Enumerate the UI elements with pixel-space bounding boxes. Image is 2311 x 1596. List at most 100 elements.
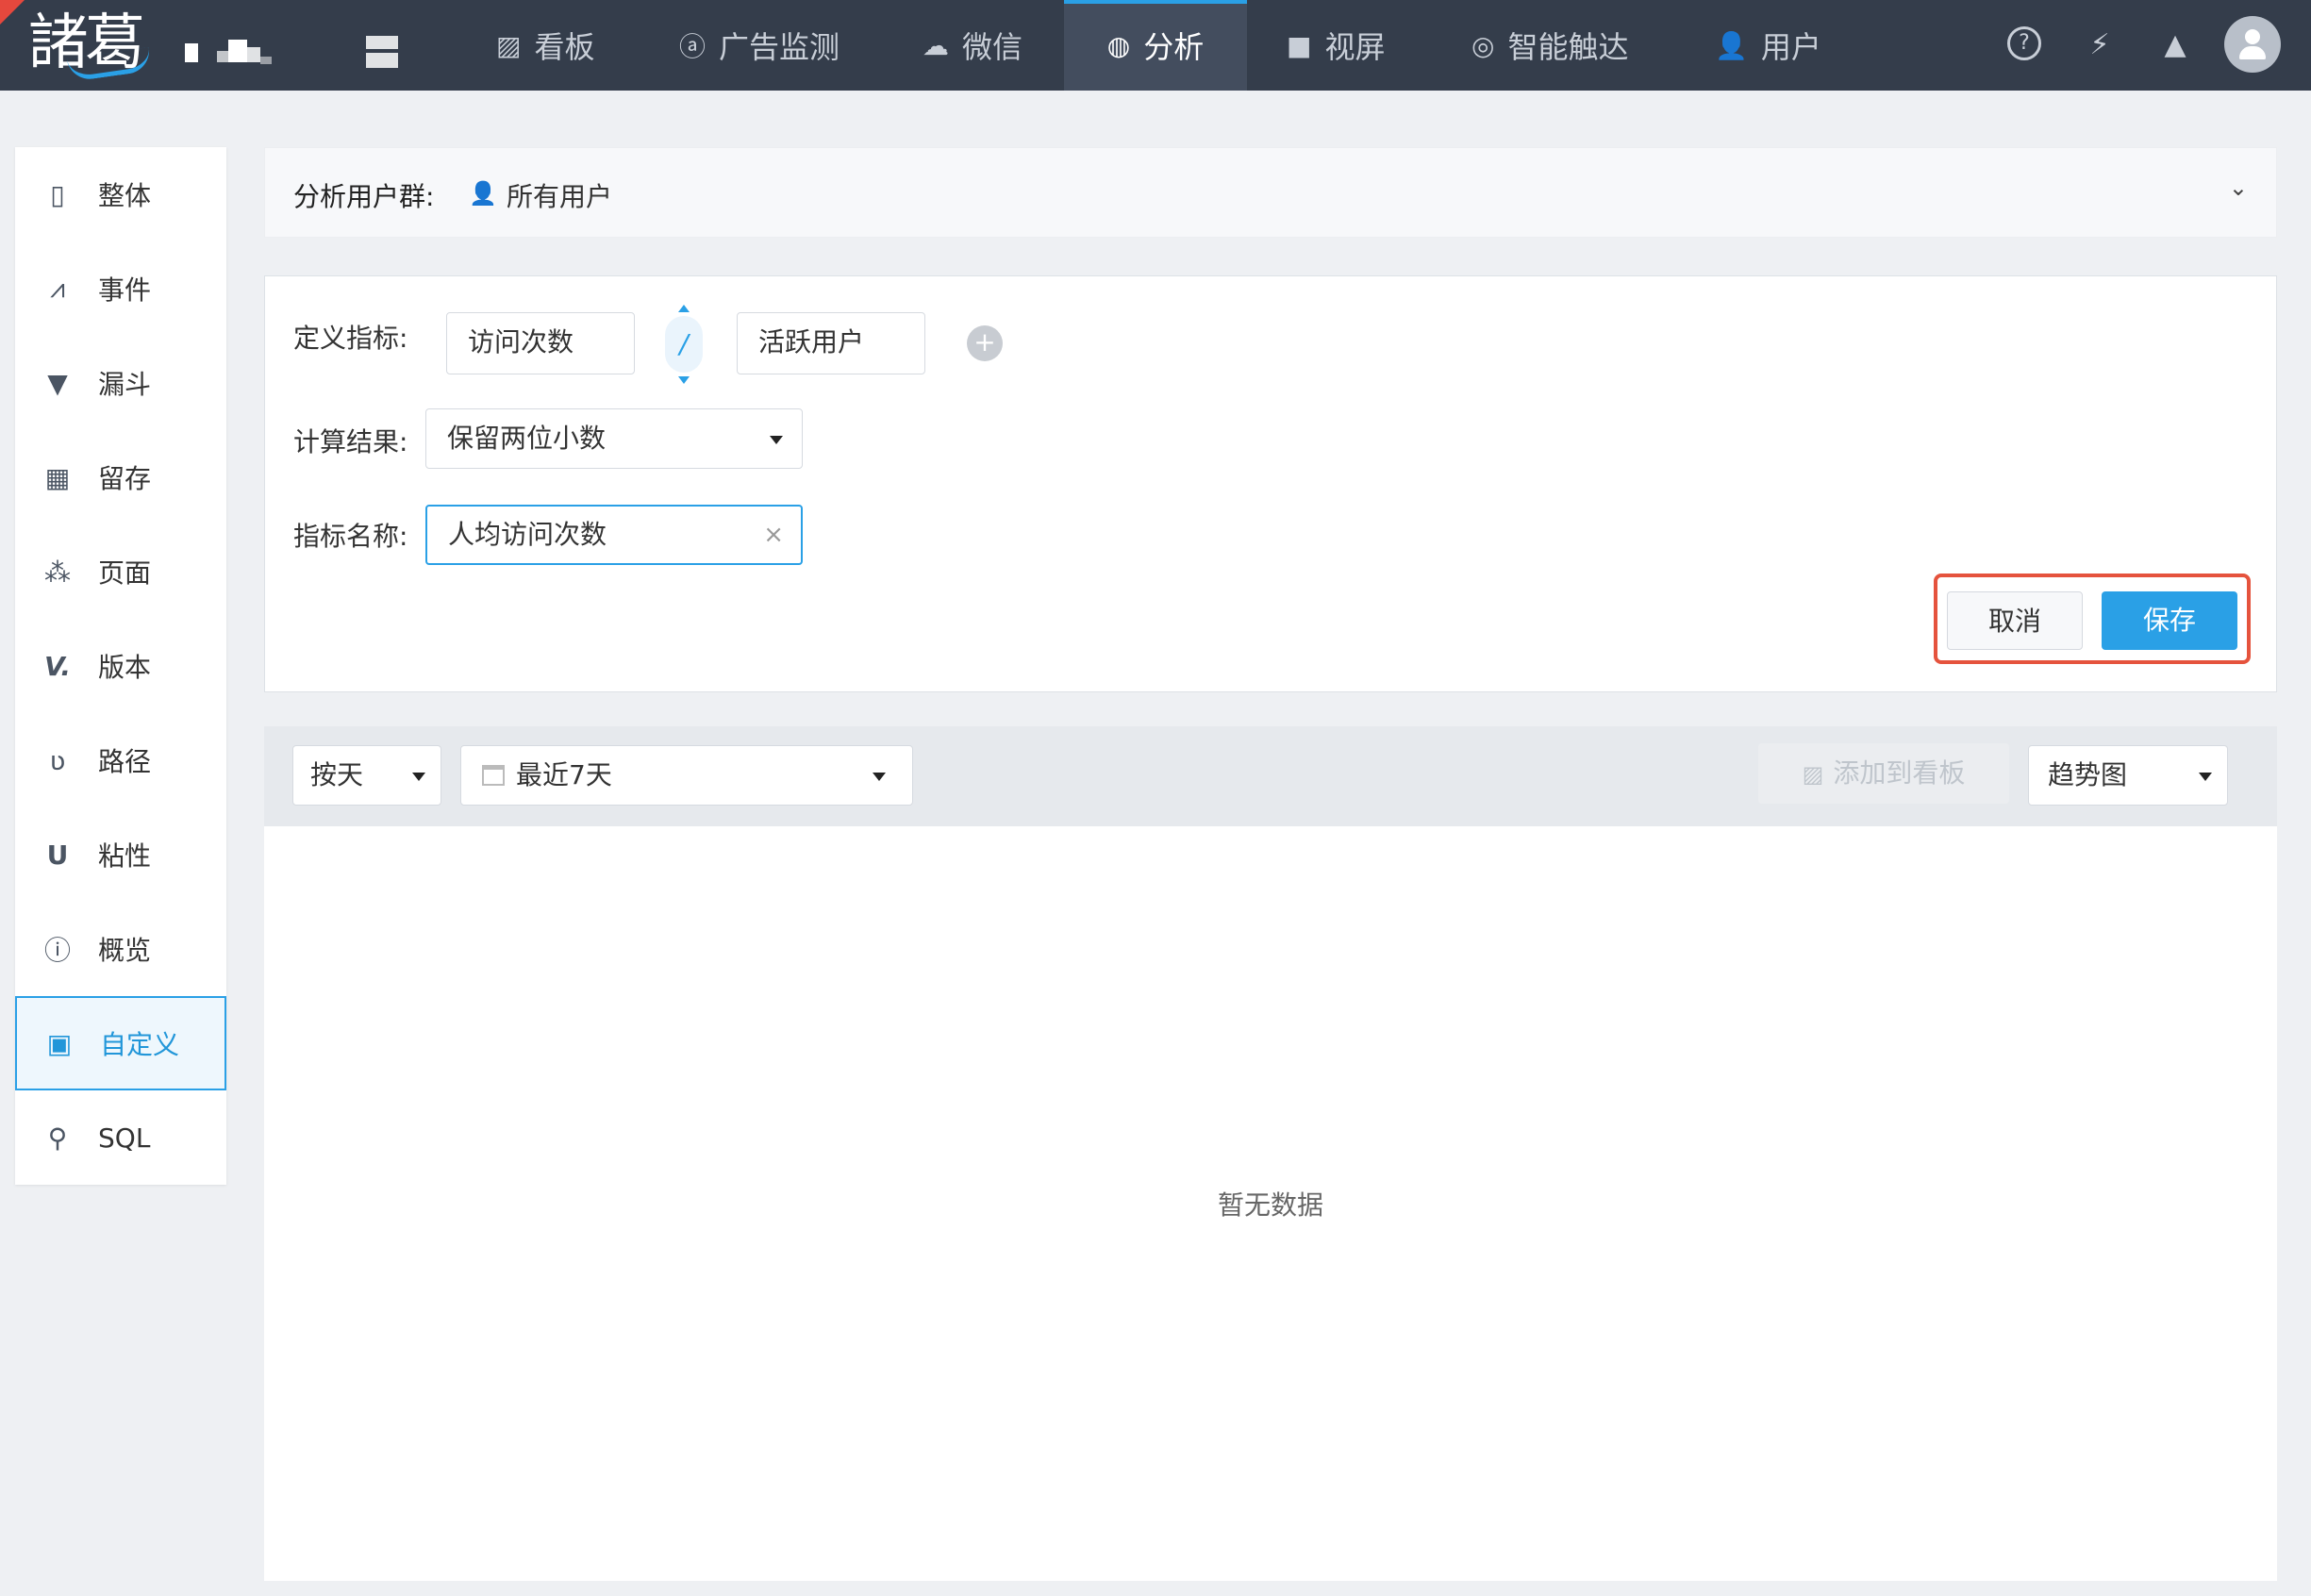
cancel-button[interactable]: 取消: [1947, 591, 2083, 650]
brand-logo[interactable]: 諸葛: [0, 0, 153, 83]
user-group-value: 所有用户: [507, 181, 613, 212]
wechat-icon: ☁: [923, 29, 949, 61]
metric-label: 定义指标:: [293, 323, 408, 354]
top-navbar: 諸葛 ▨ 看板 ⓐ 广告监测 ☁ 微信 ◍ 分析 ■ 视屏 ◎ 智能触达 👤 用户 ? ⚡ ▲: [0, 0, 2311, 91]
clear-icon[interactable]: ×: [763, 507, 784, 563]
date-range-value: 最近7天: [516, 759, 612, 790]
nav-analysis-label: 分析: [1143, 29, 1205, 65]
add-to-board-button[interactable]: ▨ 添加到看板: [1758, 743, 2009, 804]
caret-down-icon: [770, 436, 783, 444]
sidebar-item-label: 版本: [98, 652, 152, 683]
precision-select[interactable]: 保留两位小数: [425, 408, 803, 469]
sidebar: ▯ 整体 ⩘ 事件 ▼ 漏斗 ▦ 留存 ⁂ 页面 V. 版本 ʋ 路径 U 粘性 ⓘ 概览 ▣ 自定…: [15, 147, 226, 1185]
precision-value: 保留两位小数: [447, 423, 607, 454]
sidebar-item-label: 整体: [98, 180, 152, 211]
logo-corner-mark: [0, 0, 25, 25]
nav-dashboard[interactable]: ▨ 看板: [496, 0, 594, 91]
sidebar-item-retention[interactable]: ▦ 留存: [15, 430, 226, 524]
chart-type-value: 趋势图: [2048, 759, 2128, 790]
date-range-select[interactable]: 最近7天: [460, 745, 913, 806]
nav-analysis[interactable]: ◍ 分析: [1064, 0, 1247, 91]
version-icon: V.: [44, 650, 71, 682]
operator-up-icon: [678, 305, 690, 312]
operator-down-icon: [678, 376, 690, 384]
add-metric-icon[interactable]: +: [967, 325, 1003, 361]
sidebar-item-label: 漏斗: [98, 369, 152, 400]
chart-type-select[interactable]: 趋势图: [2028, 745, 2228, 806]
target-icon: ◎: [1471, 29, 1495, 61]
sidebar-item-label: 自定义: [100, 1029, 180, 1060]
chart-line-icon: ▨: [1802, 761, 1824, 788]
nav-ad-label: 广告监测: [719, 29, 840, 65]
app-selector[interactable]: [366, 36, 398, 68]
grid-icon: ▦: [44, 461, 71, 493]
calendar-icon: [482, 765, 505, 786]
chart-line-icon: ▨: [496, 29, 522, 61]
operator-symbol: /: [679, 328, 689, 359]
sidebar-item-sticky[interactable]: U 粘性: [15, 807, 226, 902]
sidebar-item-label: 粘性: [98, 840, 152, 872]
video-icon: ■: [1287, 29, 1312, 61]
metric-name-input[interactable]: 人均访问次数 ×: [425, 505, 803, 565]
caret-down-icon: [412, 773, 425, 781]
path-icon: ʋ: [49, 744, 66, 776]
info-circle-icon: ⓘ: [43, 935, 71, 966]
avatar-head: [2245, 29, 2260, 44]
nav-users-label: 用户: [1760, 29, 1821, 65]
alarm-icon[interactable]: ▲: [2158, 28, 2192, 62]
name-label: 指标名称:: [293, 521, 408, 552]
tablet-icon: ▯: [50, 178, 65, 210]
sidebar-item-funnel[interactable]: ▼ 漏斗: [15, 336, 226, 430]
nav-screen[interactable]: ■ 视屏: [1287, 0, 1385, 91]
add-to-board-label: 添加到看板: [1833, 757, 1966, 789]
chevron-down-icon[interactable]: ⌄: [2229, 175, 2248, 201]
sidebar-item-label: 路径: [98, 746, 152, 777]
sidebar-item-label: 事件: [98, 274, 152, 306]
magnet-icon: U: [46, 839, 69, 871]
granularity-select[interactable]: 按天: [292, 745, 441, 806]
sidebar-item-event[interactable]: ⩘ 事件: [15, 241, 226, 336]
chart-area: 暂无数据: [264, 826, 2277, 1581]
result-label: 计算结果:: [293, 426, 408, 457]
help-icon[interactable]: ?: [2007, 26, 2041, 60]
sidebar-item-custom[interactable]: ▣ 自定义: [15, 996, 226, 1090]
sidebar-item-sql[interactable]: ⚲ SQL: [15, 1090, 226, 1185]
project-selector[interactable]: [185, 34, 279, 68]
avatar-body: [2239, 46, 2266, 59]
sidebar-item-page[interactable]: ⁂ 页面: [15, 524, 226, 619]
search-icon: ⚲: [47, 1122, 68, 1154]
numerator-select[interactable]: 访问次数: [446, 312, 635, 374]
sidebar-item-label: SQL: [98, 1122, 151, 1154]
chart-toolbar: 按天 最近7天 ▨ 添加到看板 趋势图: [264, 726, 2277, 826]
plug-icon[interactable]: ⚡: [2083, 28, 2117, 62]
nav-wechat-label: 微信: [962, 29, 1023, 65]
granularity-value: 按天: [310, 759, 364, 790]
nav-users[interactable]: 👤 用户: [1715, 0, 1821, 91]
denominator-select[interactable]: 活跃用户: [737, 312, 925, 374]
nav-dashboard-label: 看板: [534, 29, 595, 65]
empty-state-text: 暂无数据: [1217, 1189, 1323, 1221]
user-group-label: 分析用户群:: [293, 181, 435, 212]
nav-screen-label: 视屏: [1324, 29, 1386, 65]
sidebar-item-overall[interactable]: ▯ 整体: [15, 147, 226, 241]
sidebar-item-overview[interactable]: ⓘ 概览: [15, 902, 226, 996]
user-icon: 👤: [1715, 29, 1748, 61]
nav-ad-monitor[interactable]: ⓐ 广告监测: [679, 0, 840, 91]
caret-down-icon: [873, 773, 886, 781]
nav-wechat[interactable]: ☁ 微信: [923, 0, 1022, 91]
caret-down-icon: [2199, 773, 2212, 781]
avatar[interactable]: [2224, 16, 2281, 73]
user-group-selector[interactable]: 分析用户群: 👤 所有用户 ⌄: [264, 147, 2277, 238]
save-button[interactable]: 保存: [2102, 591, 2237, 650]
operator-toggle[interactable]: /: [665, 305, 703, 384]
analysis-icon: ◍: [1106, 29, 1131, 61]
scatter-icon: ⁂: [44, 556, 71, 588]
nav-smart-reach[interactable]: ◎ 智能触达: [1471, 0, 1628, 91]
line-chart-icon: ⩘: [50, 273, 65, 304]
user-group-icon: 👤: [469, 180, 497, 207]
sidebar-item-version[interactable]: V. 版本: [15, 619, 226, 713]
metric-name-value: 人均访问次数: [448, 519, 607, 550]
sidebar-item-path[interactable]: ʋ 路径: [15, 713, 226, 807]
sidebar-item-label: 概览: [98, 935, 152, 966]
ad-icon: ⓐ: [679, 31, 707, 62]
